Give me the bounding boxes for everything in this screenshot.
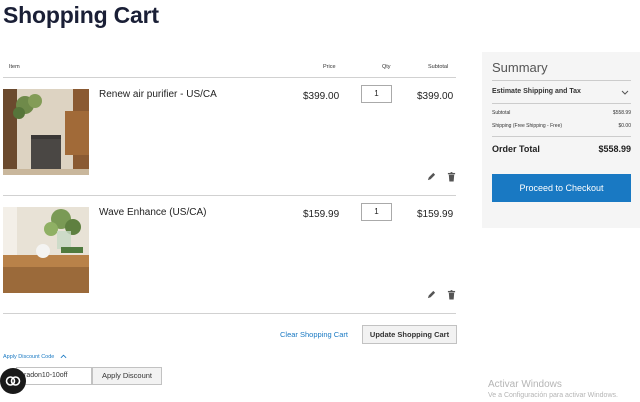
shipping-line: Shipping (Free Shipping - Free) $0.00 bbox=[492, 123, 631, 129]
watermark-subtitle: Ve a Configuración para activar Windows. bbox=[488, 392, 618, 399]
header-item: Item bbox=[9, 64, 20, 70]
header-price: Price bbox=[323, 64, 336, 70]
subtotal-line: Subtotal $558.99 bbox=[492, 110, 631, 116]
order-total-value: $558.99 bbox=[598, 144, 631, 154]
product-image-wave-enhance[interactable] bbox=[3, 207, 89, 293]
order-total: Order Total $558.99 bbox=[492, 136, 631, 158]
product-name[interactable]: Renew air purifier - US/CA bbox=[99, 89, 217, 100]
trash-icon[interactable] bbox=[447, 290, 456, 300]
pencil-icon[interactable] bbox=[427, 172, 436, 181]
product-price: $399.00 bbox=[303, 91, 340, 102]
proceed-to-checkout-button[interactable]: Proceed to Checkout bbox=[492, 174, 631, 202]
header-qty: Qty bbox=[382, 64, 391, 70]
product-image-air-purifier[interactable] bbox=[3, 89, 89, 175]
pencil-icon[interactable] bbox=[427, 290, 436, 299]
product-subtotal: $159.99 bbox=[417, 209, 454, 220]
chevron-down-icon bbox=[621, 90, 629, 95]
clear-cart-link[interactable]: Clear Shopping Cart bbox=[280, 330, 348, 339]
subtotal-label: Subtotal bbox=[492, 110, 511, 116]
apply-discount-button[interactable]: Apply Discount bbox=[92, 367, 162, 385]
header-subtotal: Subtotal bbox=[428, 64, 449, 70]
cart-actions: Clear Shopping Cart Update Shopping Cart bbox=[3, 325, 457, 345]
trash-icon[interactable] bbox=[447, 172, 456, 182]
quantity-input[interactable]: 1 bbox=[361, 203, 392, 221]
estimate-shipping-toggle[interactable]: Estimate Shipping and Tax bbox=[492, 80, 631, 104]
chat-bubble-icon[interactable] bbox=[0, 368, 26, 394]
product-name[interactable]: Wave Enhance (US/CA) bbox=[99, 207, 206, 218]
windows-activation-watermark: Activar Windows Ve a Configuración para … bbox=[488, 379, 618, 399]
estimate-shipping-label: Estimate Shipping and Tax bbox=[492, 88, 581, 95]
product-subtotal: $399.00 bbox=[417, 91, 454, 102]
shipping-label: Shipping (Free Shipping - Free) bbox=[492, 123, 563, 129]
product-price: $159.99 bbox=[303, 209, 340, 220]
update-cart-button[interactable]: Update Shopping Cart bbox=[362, 325, 457, 344]
chevron-up-icon[interactable] bbox=[60, 354, 67, 359]
summary-title: Summary bbox=[492, 60, 548, 75]
cart-header-row: Item Price Qty Subtotal bbox=[3, 56, 456, 78]
cart-row: Wave Enhance (US/CA) $159.99 1 $159.99 bbox=[3, 196, 456, 314]
order-summary: Summary Estimate Shipping and Tax Subtot… bbox=[482, 52, 640, 228]
order-total-label: Order Total bbox=[492, 144, 540, 154]
cart-row: Renew air purifier - US/CA $399.00 1 $39… bbox=[3, 78, 456, 196]
cart-table: Item Price Qty Subtotal Renew air purifi… bbox=[3, 56, 456, 314]
shipping-value: $0.00 bbox=[618, 123, 631, 129]
subtotal-value: $558.99 bbox=[612, 110, 631, 116]
watermark-title: Activar Windows bbox=[488, 379, 562, 390]
quantity-input[interactable]: 1 bbox=[361, 85, 392, 103]
page-title: Shopping Cart bbox=[3, 2, 159, 28]
discount-code-input[interactable]: radon10-10off bbox=[16, 367, 92, 385]
discount-toggle[interactable]: Apply Discount Code bbox=[3, 354, 54, 360]
